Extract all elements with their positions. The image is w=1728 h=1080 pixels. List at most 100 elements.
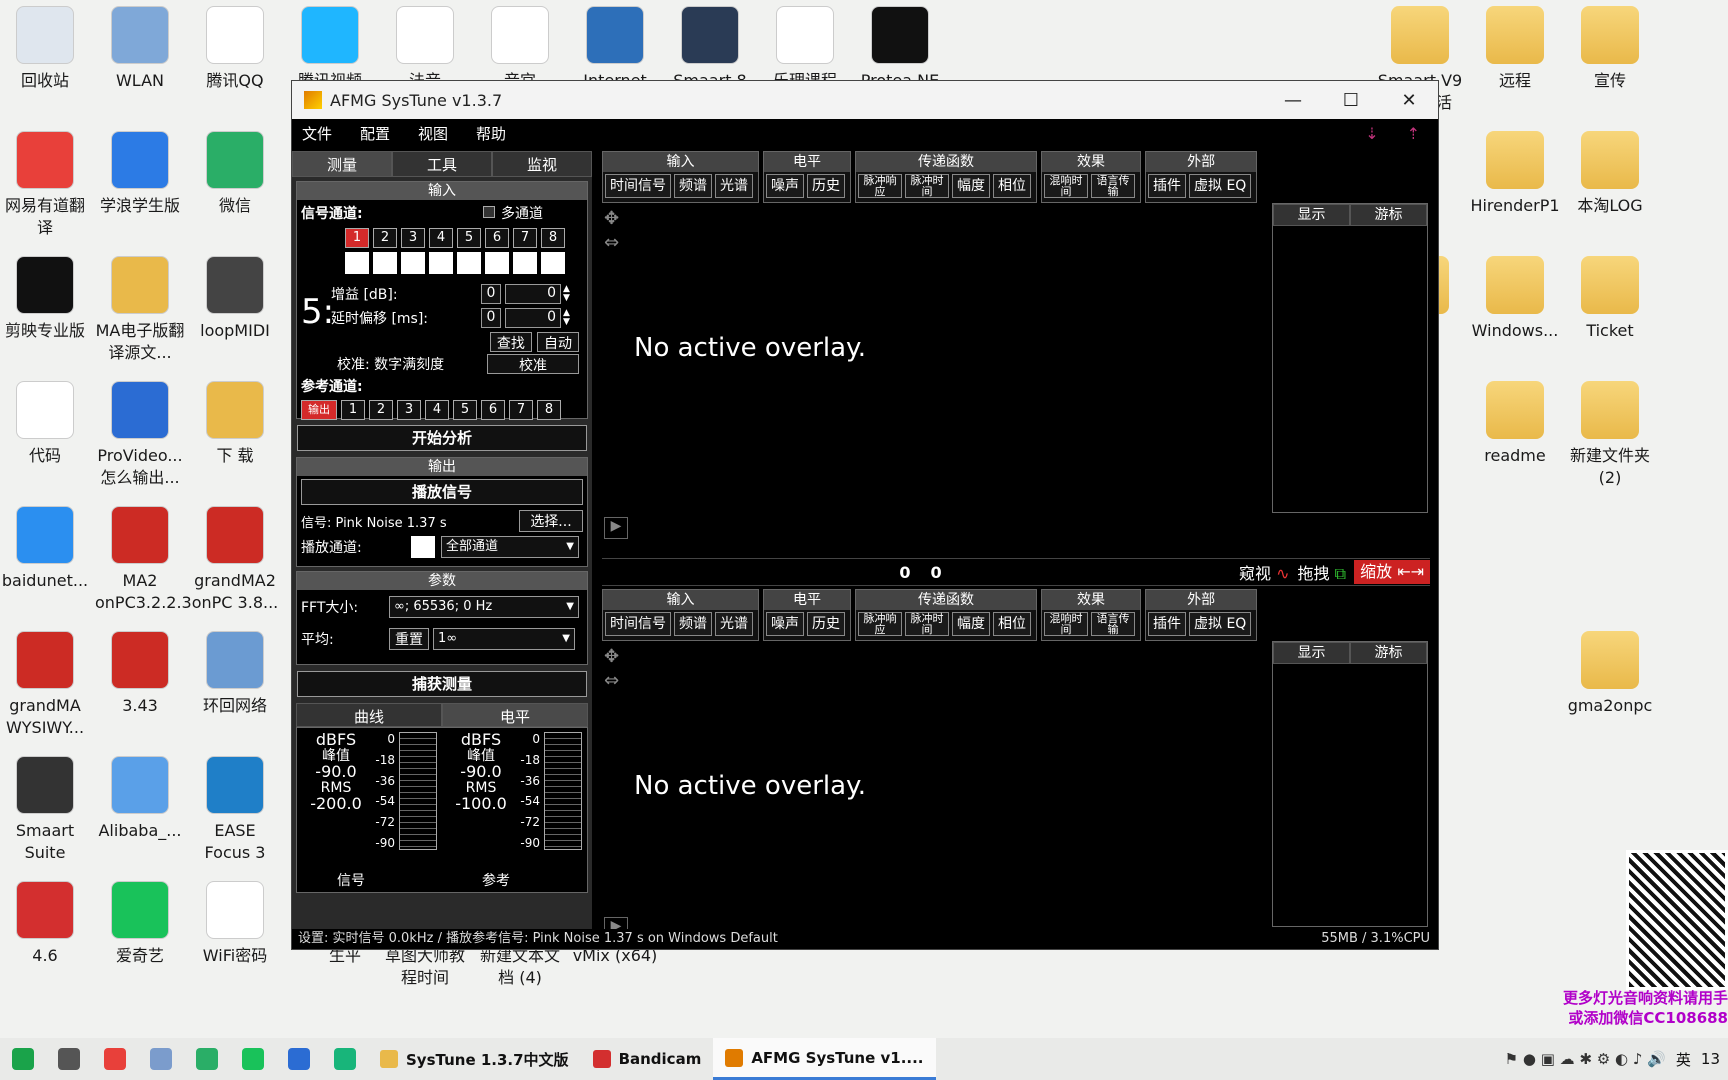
ref-ch-2[interactable]: 2: [369, 400, 393, 420]
signal-ch-5[interactable]: 5: [457, 228, 481, 248]
play-channel-select[interactable]: 全部通道 ▼: [441, 536, 579, 558]
tab-display-top[interactable]: 显示: [1273, 204, 1350, 226]
play-icon-top[interactable]: ▶: [604, 517, 628, 539]
tab-curve[interactable]: 曲线: [296, 703, 442, 727]
toolbar-button[interactable]: 时间信号: [605, 174, 671, 198]
tab-display-bottom[interactable]: 显示: [1273, 642, 1350, 664]
signal-ch-8[interactable]: 8: [541, 228, 565, 248]
toolbar-button[interactable]: 语言传输: [1091, 612, 1135, 636]
desktop-icon[interactable]: grandMA2 onPC 3.8...: [190, 500, 280, 614]
plot-nav-icon[interactable]: ✥ ⇔: [604, 207, 619, 255]
toolbar-button[interactable]: 混响时间: [1044, 612, 1088, 636]
start-analysis-button[interactable]: 开始分析: [297, 425, 587, 451]
toolbar-button[interactable]: 混响时间: [1044, 174, 1088, 198]
taskbar-app[interactable]: SysTune 1.3.7中文版: [368, 1038, 581, 1080]
tab-measure[interactable]: 测量: [292, 151, 392, 177]
desktop-icon[interactable]: MA2 onPC3.2.2.3: [95, 500, 192, 614]
signal-ch-1[interactable]: 1: [345, 228, 369, 248]
desktop-icon[interactable]: 音宫: [475, 0, 565, 92]
upload-icon[interactable]: ⇡: [1407, 124, 1420, 143]
select-signal-button[interactable]: 选择...: [519, 510, 583, 532]
tray-icons[interactable]: ⚑ ● ▣ ☁ ✱ ⚙ ◐ ♪ 🔊: [1505, 1050, 1666, 1068]
delay-spinner[interactable]: ▲ ▼: [563, 309, 570, 327]
desktop-icon[interactable]: Smaart Suite: [0, 750, 90, 864]
desktop-icon[interactable]: 远程: [1470, 0, 1560, 92]
desktop-icon[interactable]: ProVideo... 怎么输出...: [95, 375, 185, 489]
desktop-icon[interactable]: 4.6: [0, 875, 90, 967]
find-button[interactable]: 查找: [489, 332, 532, 352]
tab-cursor-bottom[interactable]: 游标: [1350, 642, 1427, 664]
tab-level[interactable]: 电平: [442, 703, 588, 727]
fft-select[interactable]: ∞; 65536; 0 Hz ▼: [389, 596, 579, 618]
ref-ch-1[interactable]: 1: [341, 400, 365, 420]
desktop-icon[interactable]: readme: [1470, 375, 1560, 467]
desktop-icon[interactable]: MA电子版翻译源文...: [95, 250, 185, 364]
ref-ch-5[interactable]: 5: [453, 400, 477, 420]
toolbar-button[interactable]: 时间信号: [605, 612, 671, 636]
toolbar-button[interactable]: 噪声: [766, 174, 804, 198]
delay-input[interactable]: 0: [505, 308, 561, 328]
ref-ch-4[interactable]: 4: [425, 400, 449, 420]
gain-coarse[interactable]: 0: [481, 284, 501, 304]
desktop-icon[interactable]: 腾讯QQ: [190, 0, 280, 92]
toolbar-button[interactable]: 相位: [993, 612, 1031, 636]
signal-ch-2[interactable]: 2: [373, 228, 397, 248]
desktop-icon[interactable]: 乐理课程: [760, 0, 850, 92]
desktop-icon[interactable]: 爱奇艺: [95, 875, 185, 967]
desktop-icon[interactable]: WLAN: [95, 0, 185, 92]
desktop-icon[interactable]: 环回网络: [190, 625, 280, 717]
desktop-icon[interactable]: 回收站: [0, 0, 90, 92]
toolbar-button[interactable]: 脉冲响应: [858, 174, 902, 198]
clock[interactable]: 13: [1701, 1050, 1720, 1068]
minimize-button[interactable]: —: [1264, 90, 1322, 111]
toolbar-button[interactable]: 插件: [1148, 174, 1186, 198]
ref-ch-3[interactable]: 3: [397, 400, 421, 420]
toolbar-button[interactable]: 光谱: [715, 174, 753, 198]
ref-ch-8[interactable]: 8: [537, 400, 561, 420]
desktop-icon[interactable]: EASE Focus 3: [190, 750, 280, 864]
youdao-icon[interactable]: [104, 1048, 126, 1070]
delay-coarse[interactable]: 0: [481, 308, 501, 328]
toolbar-button[interactable]: 光谱: [715, 612, 753, 636]
gain-spinner[interactable]: ▲ ▼: [563, 285, 570, 303]
drag-button[interactable]: 拖拽 ⧉: [1298, 560, 1347, 584]
signal-ch-7[interactable]: 7: [513, 228, 537, 248]
desktop-icon-label[interactable]: 新建文本文档 (4): [475, 945, 565, 989]
tab-monitor[interactable]: 监视: [492, 151, 592, 177]
toolbar-button[interactable]: 幅度: [952, 612, 990, 636]
calibrate-button[interactable]: 校准: [487, 354, 579, 374]
toolbar-button[interactable]: 历史: [807, 612, 845, 636]
close-button[interactable]: ✕: [1380, 90, 1438, 111]
desktop-icon[interactable]: 学浪学生版: [95, 125, 185, 217]
taskbar-app[interactable]: AFMG SysTune v1....: [713, 1038, 936, 1080]
ref-ch-6[interactable]: 6: [481, 400, 505, 420]
desktop-icon[interactable]: Smaart 8: [665, 0, 755, 92]
toolbar-button[interactable]: 频谱: [674, 612, 712, 636]
desktop-icon[interactable]: 本淘LOG: [1565, 125, 1655, 217]
tab-tools[interactable]: 工具: [392, 151, 492, 177]
player-icon[interactable]: [334, 1048, 356, 1070]
menu-config[interactable]: 配置: [360, 123, 390, 144]
title-bar[interactable]: AFMG SysTune v1.3.7 — ☐ ✕: [292, 81, 1438, 119]
download-icon[interactable]: ⇣: [1365, 124, 1378, 143]
desktop-icon[interactable]: grandMA WYSIWY...: [0, 625, 90, 739]
desktop-icon[interactable]: Windows...: [1470, 250, 1560, 342]
browser-icon[interactable]: [196, 1048, 218, 1070]
multichannel-checkbox[interactable]: 多通道: [483, 203, 543, 223]
desktop-icon[interactable]: 法音: [380, 0, 470, 92]
ime-indicator[interactable]: 英: [1676, 1049, 1691, 1070]
taskbar-app[interactable]: Bandicam: [581, 1038, 714, 1080]
iqiyi-icon[interactable]: [242, 1048, 264, 1070]
plot-nav-icon-bottom[interactable]: ✥ ⇔: [604, 645, 619, 693]
calculator-icon[interactable]: [58, 1048, 80, 1070]
desktop-icon[interactable]: 微信: [190, 125, 280, 217]
toolbar-button[interactable]: 插件: [1148, 612, 1186, 636]
ref-ch-7[interactable]: 7: [509, 400, 533, 420]
maximize-button[interactable]: ☐: [1322, 90, 1380, 111]
reset-button[interactable]: 重置: [389, 628, 429, 650]
signal-ch-6[interactable]: 6: [485, 228, 509, 248]
toolbar-button[interactable]: 脉冲时间: [905, 612, 949, 636]
menu-view[interactable]: 视图: [418, 123, 448, 144]
capture-button[interactable]: 捕获测量: [297, 671, 587, 697]
desktop-icon[interactable]: Internet: [570, 0, 660, 92]
